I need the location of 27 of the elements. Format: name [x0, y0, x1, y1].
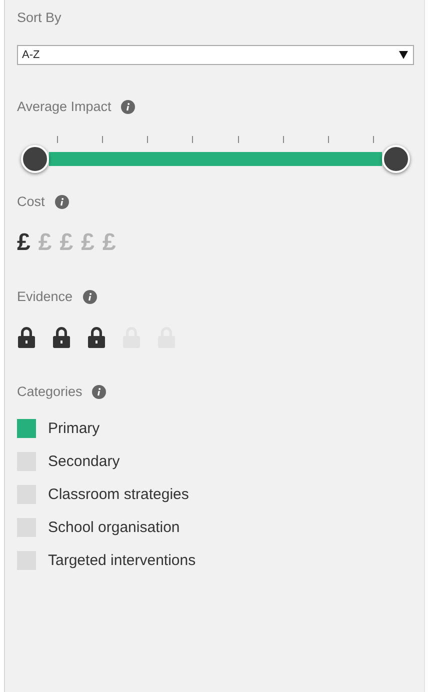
- info-icon[interactable]: [121, 100, 136, 114]
- info-icon[interactable]: [54, 194, 69, 208]
- section-label: Categories: [17, 384, 82, 399]
- info-icon[interactable]: [82, 290, 97, 304]
- slider-handle[interactable]: [382, 145, 410, 173]
- section-label: Cost: [17, 194, 45, 209]
- slider-handle[interactable]: [21, 145, 49, 173]
- pound-symbol: £: [38, 231, 52, 255]
- pound-symbol: £: [102, 231, 116, 255]
- category-label[interactable]: Targeted interventions: [48, 552, 196, 569]
- sort-dropdown[interactable]: A-Z: [17, 45, 414, 65]
- caret-icon: [399, 51, 408, 59]
- pound-symbol: £: [81, 231, 94, 255]
- pound-symbol: £: [60, 231, 74, 255]
- section-label: Sort By: [17, 10, 62, 25]
- category-label[interactable]: Classroom strategies: [48, 486, 189, 503]
- category-label[interactable]: Primary: [48, 420, 100, 437]
- section-label: Average Impact: [17, 99, 112, 114]
- lock-icon: [52, 326, 71, 348]
- pound-symbol: £: [17, 231, 30, 255]
- info-icon[interactable]: [92, 384, 106, 398]
- category-label[interactable]: Secondary: [48, 453, 120, 470]
- section-label: Evidence: [17, 289, 73, 304]
- category-label[interactable]: School organisation: [48, 519, 180, 536]
- checkbox[interactable]: [17, 419, 36, 438]
- lock-icon: [87, 326, 106, 348]
- lock-icon: [17, 326, 36, 348]
